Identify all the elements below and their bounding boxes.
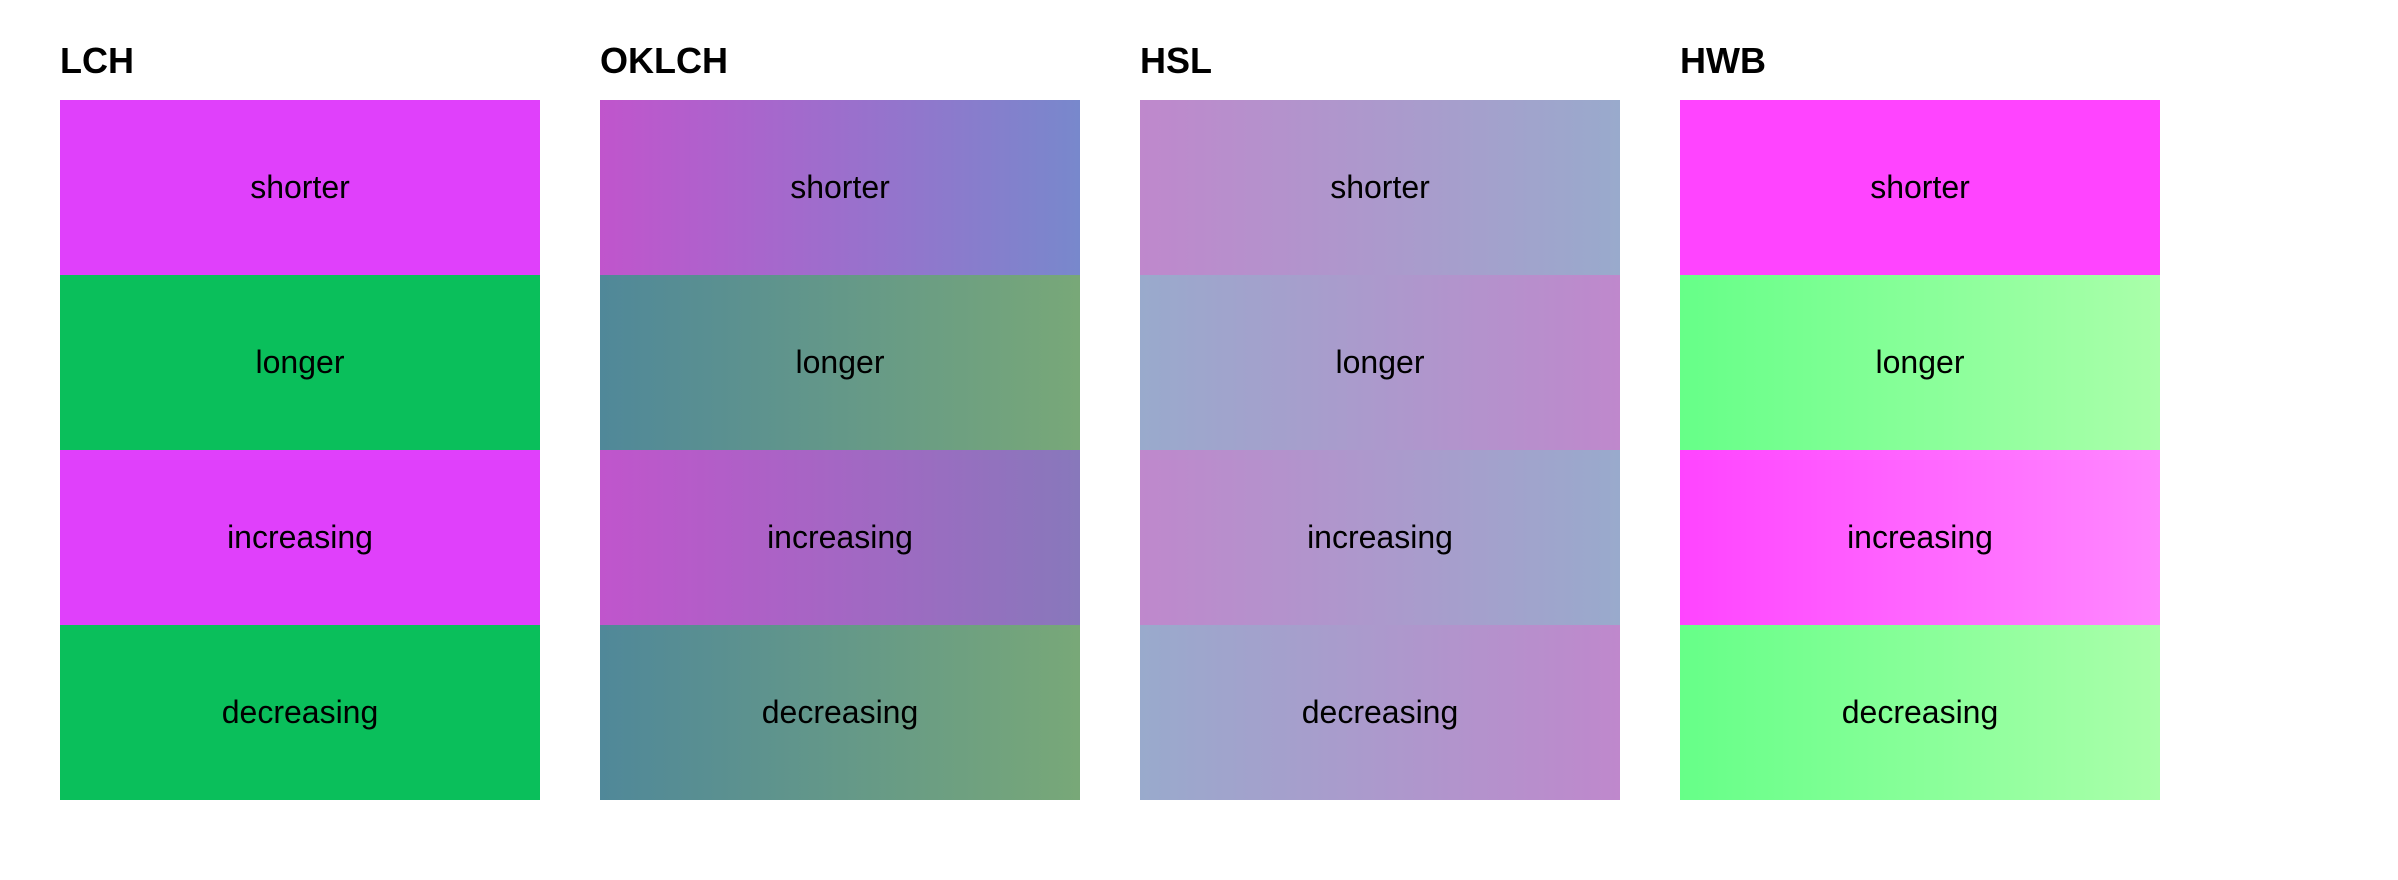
swatch-lch-longer: longer (60, 275, 540, 450)
group-title-hsl: HSL (1140, 40, 1212, 82)
swatch-label-oklch-increasing: increasing (767, 519, 913, 556)
swatch-oklch-decreasing: decreasing (600, 625, 1080, 800)
swatch-label-hwb-longer: longer (1876, 344, 1965, 381)
swatch-label-hwb-increasing: increasing (1847, 519, 1993, 556)
color-card-hwb: shorter longer increasing decreasing (1680, 100, 2160, 800)
swatch-hsl-decreasing: decreasing (1140, 625, 1620, 800)
group-lch: LCH shorter longer increasing decreasing (60, 40, 540, 800)
swatch-label-hsl-shorter: shorter (1330, 169, 1430, 206)
group-hsl: HSL shorter longer increasing decreasing (1140, 40, 1620, 800)
swatch-label-lch-decreasing: decreasing (222, 694, 379, 731)
swatch-label-hsl-decreasing: decreasing (1302, 694, 1459, 731)
group-hwb: HWB shorter longer increasing decreasing (1680, 40, 2160, 800)
swatch-label-oklch-longer: longer (796, 344, 885, 381)
swatch-hwb-decreasing: decreasing (1680, 625, 2160, 800)
swatch-label-hsl-increasing: increasing (1307, 519, 1453, 556)
color-card-lch: shorter longer increasing decreasing (60, 100, 540, 800)
swatch-label-hwb-shorter: shorter (1870, 169, 1970, 206)
group-title-oklch: OKLCH (600, 40, 728, 82)
swatch-label-lch-increasing: increasing (227, 519, 373, 556)
swatch-hsl-longer: longer (1140, 275, 1620, 450)
swatch-label-oklch-shorter: shorter (790, 169, 890, 206)
swatch-label-oklch-decreasing: decreasing (762, 694, 919, 731)
swatch-oklch-longer: longer (600, 275, 1080, 450)
swatch-oklch-increasing: increasing (600, 450, 1080, 625)
swatch-hsl-shorter: shorter (1140, 100, 1620, 275)
swatch-hwb-shorter: shorter (1680, 100, 2160, 275)
swatch-hsl-increasing: increasing (1140, 450, 1620, 625)
group-title-hwb: HWB (1680, 40, 1766, 82)
swatch-lch-decreasing: decreasing (60, 625, 540, 800)
swatch-label-lch-longer: longer (256, 344, 345, 381)
swatch-oklch-shorter: shorter (600, 100, 1080, 275)
swatch-lch-increasing: increasing (60, 450, 540, 625)
group-title-lch: LCH (60, 40, 134, 82)
swatch-label-lch-shorter: shorter (250, 169, 350, 206)
swatch-label-hsl-longer: longer (1336, 344, 1425, 381)
color-card-hsl: shorter longer increasing decreasing (1140, 100, 1620, 800)
group-oklch: OKLCH shorter longer increasing decreasing (600, 40, 1080, 800)
page-container: LCHshorterlongerincreasingdecreasingOKLC… (60, 40, 2160, 800)
swatch-hwb-longer: longer (1680, 275, 2160, 450)
color-card-oklch: shorter longer increasing decreasing (600, 100, 1080, 800)
swatch-hwb-increasing: increasing (1680, 450, 2160, 625)
swatch-lch-shorter: shorter (60, 100, 540, 275)
swatch-label-hwb-decreasing: decreasing (1842, 694, 1999, 731)
